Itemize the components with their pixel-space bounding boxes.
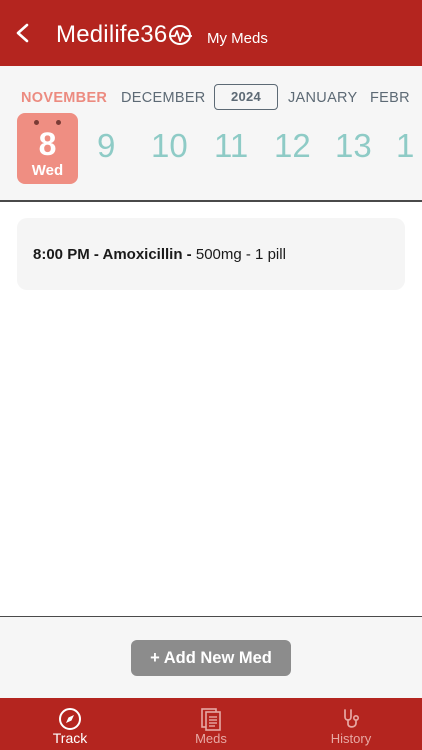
med-separator: -: [182, 246, 196, 263]
calendar-ring-dot: [56, 120, 61, 125]
month-december[interactable]: DECEMBER: [121, 90, 206, 106]
month-strip: NOVEMBER DECEMBER 2024 JANUARY FEBR: [0, 84, 422, 110]
selected-day-weekday: Wed: [31, 162, 64, 179]
action-area: + Add New Med: [0, 617, 422, 698]
day-item[interactable]: 9: [97, 128, 115, 164]
selected-day[interactable]: 8 Wed: [17, 113, 78, 184]
day-item[interactable]: 11: [214, 128, 248, 164]
med-details: 500mg - 1 pill: [195, 246, 286, 263]
heartbeat-zero-icon: [167, 24, 193, 46]
day-item[interactable]: 12: [274, 128, 311, 164]
year-selector[interactable]: 2024: [214, 84, 278, 110]
tab-label: Track: [52, 730, 88, 746]
calendar-ring-dot: [34, 120, 39, 125]
month-november[interactable]: NOVEMBER: [21, 90, 107, 106]
med-separator: -: [89, 246, 103, 263]
add-new-med-button[interactable]: + Add New Med: [131, 640, 291, 676]
med-time: 8:00 PM: [33, 246, 90, 263]
selected-day-number: 8: [38, 126, 57, 162]
tab-bar: Track Meds History: [0, 698, 422, 750]
divider: [0, 200, 422, 202]
day-item[interactable]: 1: [396, 128, 414, 164]
day-item[interactable]: 10: [151, 128, 188, 164]
month-january[interactable]: JANUARY: [288, 90, 358, 106]
med-list-item[interactable]: 8:00 PM - Amoxicillin - 500mg - 1 pill: [17, 218, 405, 290]
date-picker: NOVEMBER DECEMBER 2024 JANUARY FEBR 8 We…: [0, 66, 422, 200]
med-name: Amoxicillin: [102, 246, 183, 263]
chevron-left-icon[interactable]: [12, 22, 34, 44]
tab-track[interactable]: Track: [10, 698, 130, 750]
month-february[interactable]: FEBR: [370, 90, 410, 106]
app-logo: Medilife36: [56, 21, 193, 48]
logo-text: Medilife36: [56, 21, 168, 48]
tab-meds[interactable]: Meds: [151, 698, 271, 750]
tab-label: Meds: [195, 731, 227, 746]
app-header: Medilife36 My Meds: [0, 0, 422, 66]
day-item[interactable]: 13: [335, 128, 372, 164]
med-entry-text: 8:00 PM - Amoxicillin - 500mg - 1 pill: [33, 246, 286, 263]
page-title: My Meds: [207, 30, 268, 47]
tab-history[interactable]: History: [291, 698, 411, 750]
tab-label: History: [330, 731, 372, 746]
